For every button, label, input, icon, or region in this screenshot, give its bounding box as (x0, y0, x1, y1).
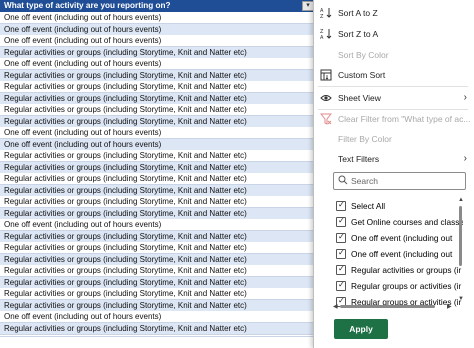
list-item[interactable]: Regular activities or groups (ir (333, 262, 463, 278)
table-row[interactable]: Regular activities or groups (including … (0, 230, 318, 243)
table-row[interactable]: Regular activities or groups (including … (0, 115, 318, 128)
table-row[interactable]: Regular activities or groups (including … (0, 242, 318, 254)
checkbox-icon[interactable] (336, 279, 346, 291)
checkbox-icon[interactable] (336, 215, 346, 227)
table-row[interactable]: Regular activities or groups (including … (0, 265, 318, 277)
checkbox-icon[interactable] (336, 231, 346, 243)
table-row[interactable]: One off event (including out of hours ev… (0, 138, 318, 151)
table-row[interactable]: One off event (including out of hours ev… (0, 127, 318, 139)
svg-text:A: A (320, 35, 324, 40)
sort-az-icon: AZ (320, 7, 332, 20)
checkbox-icon[interactable] (336, 199, 346, 211)
search-icon (338, 175, 348, 189)
sheet-view-item[interactable]: Sheet View › (314, 89, 474, 107)
custom-sort-icon (320, 69, 332, 81)
list-item-label: Regular activities or groups (ir (351, 265, 462, 275)
table-row[interactable]: Regular activities or groups (including … (0, 46, 318, 59)
sort-z-to-a-label: Sort Z to A (338, 29, 379, 39)
search-input[interactable]: Search (333, 172, 466, 190)
checkbox-icon[interactable] (336, 247, 346, 259)
eye-icon (320, 92, 332, 104)
table-row[interactable]: Regular activities or groups (including … (0, 253, 318, 266)
list-item-label: Get Online courses and classe (351, 217, 463, 227)
apply-button[interactable]: Apply (334, 319, 388, 339)
table-row[interactable]: Regular activities or groups (including … (0, 196, 318, 208)
table-row[interactable]: One off event (including out of hours ev… (0, 219, 318, 231)
table-row[interactable]: Regular activities or groups (including … (0, 276, 318, 289)
list-item-select-all[interactable]: Select All (333, 198, 463, 214)
table-row[interactable]: One off event (including out of hours ev… (0, 12, 318, 24)
table-row[interactable]: Regular activities or groups (including … (0, 92, 318, 105)
clear-filter-icon (319, 113, 333, 125)
table-row[interactable]: One off event (including out of hours ev… (0, 23, 318, 36)
svg-text:Z: Z (320, 14, 324, 19)
table-row[interactable]: Regular activities or groups (including … (0, 288, 318, 300)
list-item-label: Select All (351, 201, 386, 211)
clear-filter-label: Clear Filter from "What type of ac... (338, 114, 471, 124)
list-item[interactable]: Regular groups or activities (ir (333, 278, 463, 294)
sort-za-icon: ZA (320, 28, 332, 41)
sort-a-to-z-label: Sort A to Z (338, 8, 378, 18)
table-row[interactable]: Regular activities or groups (including … (0, 161, 318, 174)
sort-z-to-a-item[interactable]: ZA Sort Z to A (314, 25, 474, 43)
list-item-label: One off event (including out (351, 249, 453, 259)
sort-by-color-item: Sort By Color (314, 46, 474, 64)
custom-sort-item[interactable]: Custom Sort (314, 66, 474, 84)
table-row[interactable]: Regular activities or groups (including … (0, 69, 318, 82)
scroll-left-arrow[interactable]: ◀ (333, 303, 338, 310)
filter-by-color-label: Filter By Color (338, 134, 392, 144)
column-header[interactable]: What type of activity are you reporting … (0, 0, 318, 12)
list-item-label: Regular groups or activities (ir (351, 281, 462, 291)
filter-by-color-item: Filter By Color (314, 130, 474, 148)
clear-filter-item: Clear Filter from "What type of ac... (314, 110, 474, 128)
filter-values-list: Select All Get Online courses and classe… (333, 196, 473, 312)
list-item[interactable]: One off event (including out (333, 230, 463, 246)
table-row[interactable]: Regular activities or groups (including … (0, 322, 318, 335)
chevron-right-icon: › (463, 92, 467, 103)
table-row[interactable]: Regular activities or groups (including … (0, 184, 318, 197)
horizontal-scrollbar[interactable] (340, 305, 435, 308)
scroll-up-arrow[interactable]: ▲ (458, 197, 464, 203)
scroll-down-arrow[interactable]: ▼ (458, 296, 464, 302)
table-row-partial[interactable] (0, 336, 318, 348)
table-row[interactable]: Regular activities or groups (including … (0, 173, 318, 185)
table-row[interactable]: Regular activities or groups (including … (0, 299, 318, 312)
table-row[interactable]: Regular activities or groups (including … (0, 207, 318, 220)
checkbox-icon[interactable] (336, 263, 346, 275)
scroll-right-arrow[interactable]: ▶ (447, 303, 452, 310)
sort-by-color-label: Sort By Color (338, 50, 389, 60)
table-row[interactable]: One off event (including out of hours ev… (0, 58, 318, 70)
text-filters-item[interactable]: Text Filters › (314, 150, 474, 168)
table-row[interactable]: One off event (including out of hours ev… (0, 311, 318, 323)
table-row[interactable]: Regular activities or groups (including … (0, 104, 318, 116)
text-filters-label: Text Filters (338, 154, 380, 164)
list-item[interactable]: Get Online courses and classe (333, 214, 463, 230)
vertical-scrollbar[interactable] (459, 206, 462, 266)
table-row[interactable]: Regular activities or groups (including … (0, 150, 318, 162)
custom-sort-label: Custom Sort (338, 70, 386, 80)
chevron-right-icon: › (463, 153, 467, 164)
column-header-label: What type of activity are you reporting … (4, 1, 171, 10)
divider (318, 86, 468, 87)
sort-a-to-z-item[interactable]: AZ Sort A to Z (314, 4, 474, 22)
search-placeholder: Search (351, 176, 378, 186)
table-row[interactable]: One off event (including out of hours ev… (0, 35, 318, 47)
list-item-label: One off event (including out (351, 233, 453, 243)
sheet-view-label: Sheet View (338, 93, 381, 103)
table-row[interactable]: Regular activities or groups (including … (0, 81, 318, 93)
list-item[interactable]: One off event (including out (333, 246, 463, 262)
